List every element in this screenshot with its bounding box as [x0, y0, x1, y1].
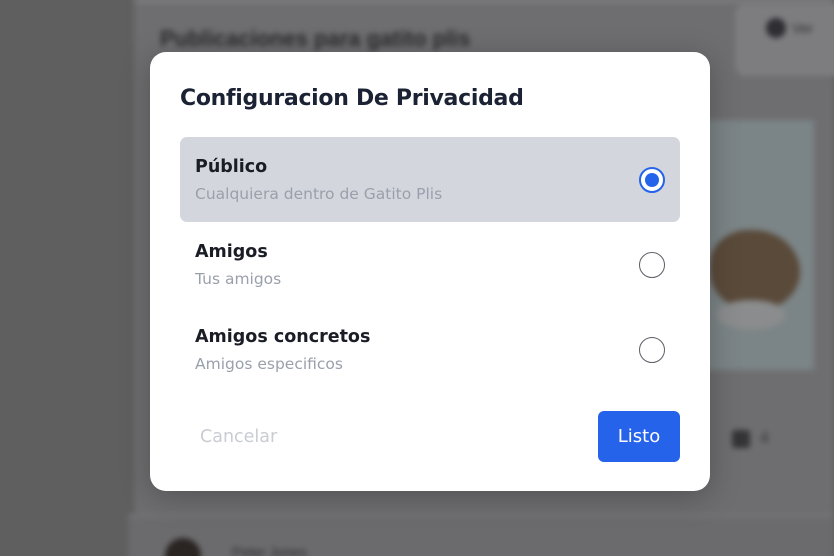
option-label: Público [195, 157, 268, 177]
feed-action-text: Ver [792, 20, 814, 36]
like-icon [732, 430, 750, 448]
privacy-option-specific-friends[interactable]: Amigos concretos Amigos especificos [180, 307, 680, 392]
feed-section-title: Publicaciones para gatito plis [160, 26, 471, 51]
feed-action-card [735, 4, 834, 76]
option-description: Cualquiera dentro de Gatito Plis [195, 185, 443, 203]
option-description: Amigos especificos [195, 355, 343, 373]
post-image-detail [716, 300, 786, 330]
option-label: Amigos concretos [195, 327, 371, 347]
privacy-option-friends[interactable]: Amigos Tus amigos [180, 222, 680, 307]
privacy-settings-dialog: Configuracion De Privacidad Público Cual… [150, 52, 710, 491]
radio-selected-icon[interactable] [639, 167, 665, 193]
done-button[interactable]: Listo [598, 411, 680, 462]
post-author: Peter Jones [232, 544, 307, 556]
cancel-button[interactable]: Cancelar [180, 411, 295, 462]
feed-divider [134, 0, 834, 2]
like-count: 4 [760, 430, 769, 447]
post-image-subject [710, 230, 800, 310]
dialog-title: Configuracion De Privacidad [180, 86, 524, 111]
option-label: Amigos [195, 242, 268, 262]
privacy-options-list: Público Cualquiera dentro de Gatito Plis… [180, 137, 680, 392]
option-description: Tus amigos [195, 270, 282, 288]
radio-unselected-icon[interactable] [639, 252, 665, 278]
privacy-option-public[interactable]: Público Cualquiera dentro de Gatito Plis [180, 137, 680, 222]
globe-icon [766, 18, 786, 38]
radio-unselected-icon[interactable] [639, 337, 665, 363]
